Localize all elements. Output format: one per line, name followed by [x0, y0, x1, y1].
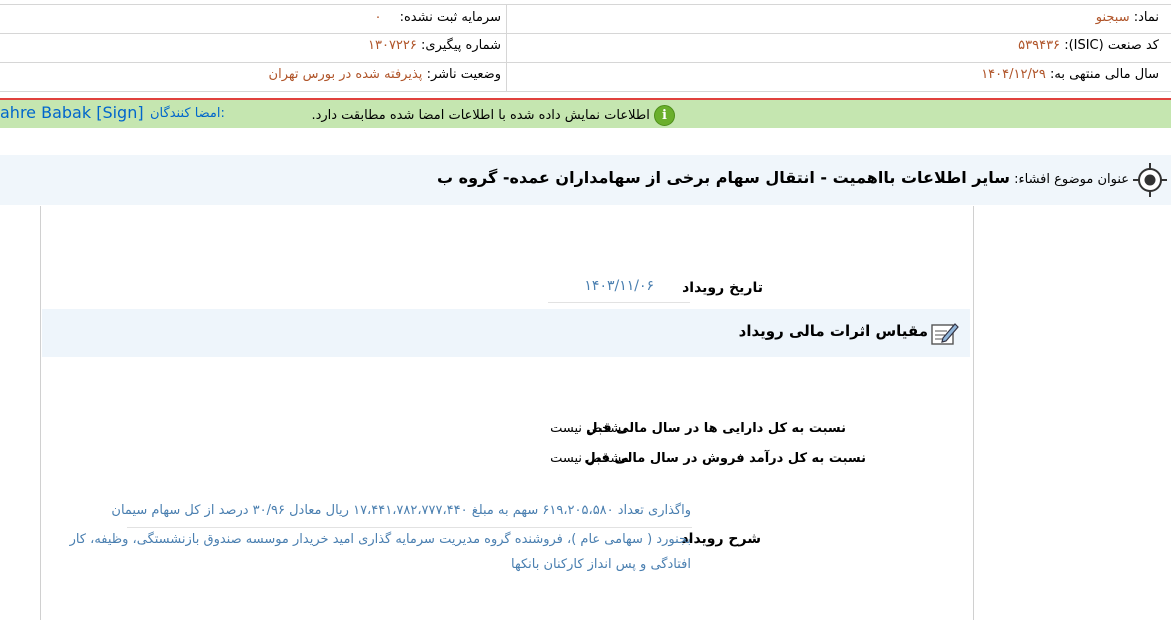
financial-effect-section-bar: مقیاس اثرات مالی رویداد	[42, 309, 970, 357]
revenue-ratio-value: مشخص نیست	[550, 451, 629, 466]
verification-message: اطلاعات نمایش داده شده با اطلاعات امضا ش…	[311, 108, 650, 123]
company-info-table: نماد: سبجنو کد صنعت (ISIC): ۵۳۹۴۳۶ سال م…	[0, 0, 1171, 92]
event-description-line-1: واگذاری تعداد ۶۱۹،۲۰۵،۵۸۰ سهم به مبلغ ۱۷…	[111, 503, 691, 518]
fiscal-year-cell: سال مالی منتهی به: ۱۴۰۴/۱۲/۲۹	[981, 67, 1159, 82]
fiscal-year-label: سال مالی منتهی به:	[1049, 67, 1159, 82]
signers-label: امضا کنندگان:	[150, 106, 225, 121]
disclosure-title: سایر اطلاعات بااهمیت - انتقال سهام برخی …	[437, 168, 1010, 187]
signer-name-link[interactable]: ahre Babak [Sign]	[0, 103, 144, 122]
event-description-line-2: بجنورد ( سهامی عام )، فروشنده گروه مدیری…	[69, 532, 691, 547]
table-row-divider	[0, 62, 1171, 63]
table-column-divider	[506, 4, 507, 92]
event-description-line-3: افتادگی و پس انداز کارکنان بانکها	[511, 557, 691, 572]
disclosure-title-label: عنوان موضوع افشاء:	[1014, 172, 1129, 187]
table-border-top	[0, 4, 1171, 5]
publisher-status-value: پذیرفته شده در بورس تهران	[268, 67, 423, 82]
edit-note-icon	[931, 323, 959, 345]
event-date-label: تاریخ رویداد	[682, 280, 763, 296]
unregistered-capital-cell: سرمایه ثبت نشده: ۰	[374, 10, 501, 25]
report-content-panel	[40, 206, 974, 620]
fiscal-year-value: ۱۴۰۴/۱۲/۲۹	[981, 67, 1046, 82]
event-date-value: ۱۴۰۳/۱۱/۰۶	[584, 278, 654, 294]
symbol-cell: نماد: سبجنو	[1096, 10, 1159, 25]
tracking-number-value: ۱۳۰۷۲۲۶	[368, 38, 417, 53]
target-icon	[1133, 163, 1167, 197]
isic-cell: کد صنعت (ISIC): ۵۳۹۴۳۶	[1018, 38, 1159, 53]
event-date-underline	[548, 302, 690, 303]
event-description-underline	[127, 527, 692, 528]
symbol-value[interactable]: سبجنو	[1096, 10, 1130, 25]
isic-label: کد صنعت (ISIC):	[1064, 38, 1159, 53]
tracking-number-label: شماره پیگیری:	[421, 38, 501, 53]
asset-ratio-value: مشخص نیست	[550, 421, 629, 436]
publisher-status-cell: وضعیت ناشر: پذیرفته شده در بورس تهران	[269, 67, 501, 82]
event-description-label: شرح رویداد	[681, 531, 761, 547]
financial-effect-heading: مقیاس اثرات مالی رویداد	[738, 322, 928, 340]
info-icon: i	[654, 105, 675, 126]
isic-value: ۵۳۹۴۳۶	[1018, 38, 1061, 53]
unregistered-capital-label: سرمایه ثبت نشده:	[399, 10, 501, 25]
tracking-number-cell: شماره پیگیری: ۱۳۰۷۲۲۶	[368, 38, 501, 53]
verification-message-row: i اطلاعات نمایش داده شده با اطلاعات امضا…	[311, 105, 675, 126]
table-border-bottom	[0, 91, 1171, 92]
disclosure-title-row: عنوان موضوع افشاء: سایر اطلاعات بااهمیت …	[437, 168, 1129, 187]
unregistered-capital-value: ۰	[374, 10, 382, 25]
publisher-status-label: وضعیت ناشر:	[426, 67, 501, 82]
symbol-label: نماد:	[1133, 10, 1159, 25]
table-row-divider	[0, 33, 1171, 34]
disclosure-title-bar: عنوان موضوع افشاء: سایر اطلاعات بااهمیت …	[0, 155, 1171, 205]
signature-verification-bar: i اطلاعات نمایش داده شده با اطلاعات امضا…	[0, 100, 1171, 128]
